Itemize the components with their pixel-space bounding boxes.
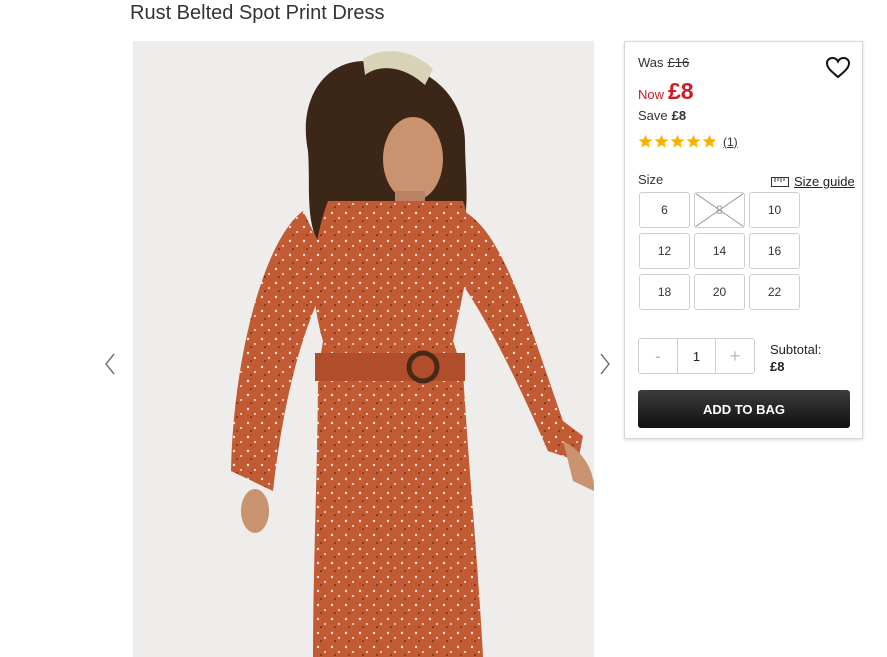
add-to-bag-button[interactable]: ADD TO BAG — [638, 390, 850, 428]
heart-icon — [825, 56, 851, 79]
next-image-button[interactable] — [597, 352, 613, 376]
quantity-increase-button[interactable]: + — [716, 339, 754, 373]
size-option-label: 14 — [712, 244, 727, 258]
ruler-icon — [771, 176, 789, 187]
star-icon — [670, 134, 685, 148]
size-option-20[interactable]: 20 — [694, 274, 745, 310]
chevron-left-icon — [105, 353, 115, 375]
star-icon — [702, 134, 717, 148]
size-option-label: 22 — [767, 285, 782, 299]
size-label: Size — [638, 172, 664, 187]
was-label: Was — [638, 55, 664, 70]
product-title: Rust Belted Spot Print Dress — [130, 2, 385, 24]
save-amount-value: £8 — [671, 108, 687, 123]
size-option-22[interactable]: 22 — [749, 274, 800, 310]
star-icon — [686, 134, 701, 148]
was-price-value: £16 — [667, 55, 690, 70]
was-price: Was £16 — [638, 55, 689, 70]
save-label: Save — [638, 108, 668, 123]
size-options: 6 8 10 12 14 16 18 20 22 — [639, 192, 802, 310]
star-icon — [638, 134, 653, 148]
unavailable-cross-icon — [695, 193, 744, 227]
size-option-10[interactable]: 10 — [749, 192, 800, 228]
size-option-12[interactable]: 12 — [639, 233, 690, 269]
size-option-label: 10 — [767, 203, 782, 217]
rating-stars: (1) — [638, 134, 738, 149]
size-option-6[interactable]: 6 — [639, 192, 690, 228]
size-guide-link[interactable]: Size guide — [771, 174, 855, 189]
chevron-right-icon — [600, 353, 610, 375]
wishlist-button[interactable] — [825, 56, 851, 80]
size-option-16[interactable]: 16 — [749, 233, 800, 269]
subtotal-amount: £8 — [770, 359, 785, 374]
now-label: Now — [638, 87, 665, 102]
purchase-panel: Was £16 Now £8 Save £8 (1) Size Size guide … — [624, 41, 863, 439]
dress-model-illustration — [133, 41, 594, 657]
size-option-label: 18 — [657, 285, 672, 299]
quantity-decrease-button[interactable]: - — [639, 339, 677, 373]
product-image[interactable] — [133, 41, 594, 657]
quantity-stepper: - 1 + — [638, 338, 755, 374]
size-option-14[interactable]: 14 — [694, 233, 745, 269]
size-option-8[interactable]: 8 — [694, 192, 745, 228]
size-guide-label: Size guide — [794, 174, 855, 189]
star-icon — [654, 134, 669, 148]
review-count-link[interactable]: (1) — [723, 135, 738, 149]
now-price: Now £8 — [638, 78, 694, 105]
now-price-value: £8 — [668, 78, 694, 104]
save-amount: Save £8 — [638, 108, 686, 123]
size-option-label: 20 — [712, 285, 727, 299]
subtotal: Subtotal: £8 — [770, 341, 821, 375]
previous-image-button[interactable] — [102, 352, 118, 376]
size-option-label: 12 — [657, 244, 672, 258]
quantity-value[interactable]: 1 — [677, 339, 716, 373]
subtotal-label: Subtotal: — [770, 342, 822, 357]
size-option-label: 6 — [661, 203, 668, 217]
size-option-label: 16 — [767, 244, 782, 258]
size-option-18[interactable]: 18 — [639, 274, 690, 310]
